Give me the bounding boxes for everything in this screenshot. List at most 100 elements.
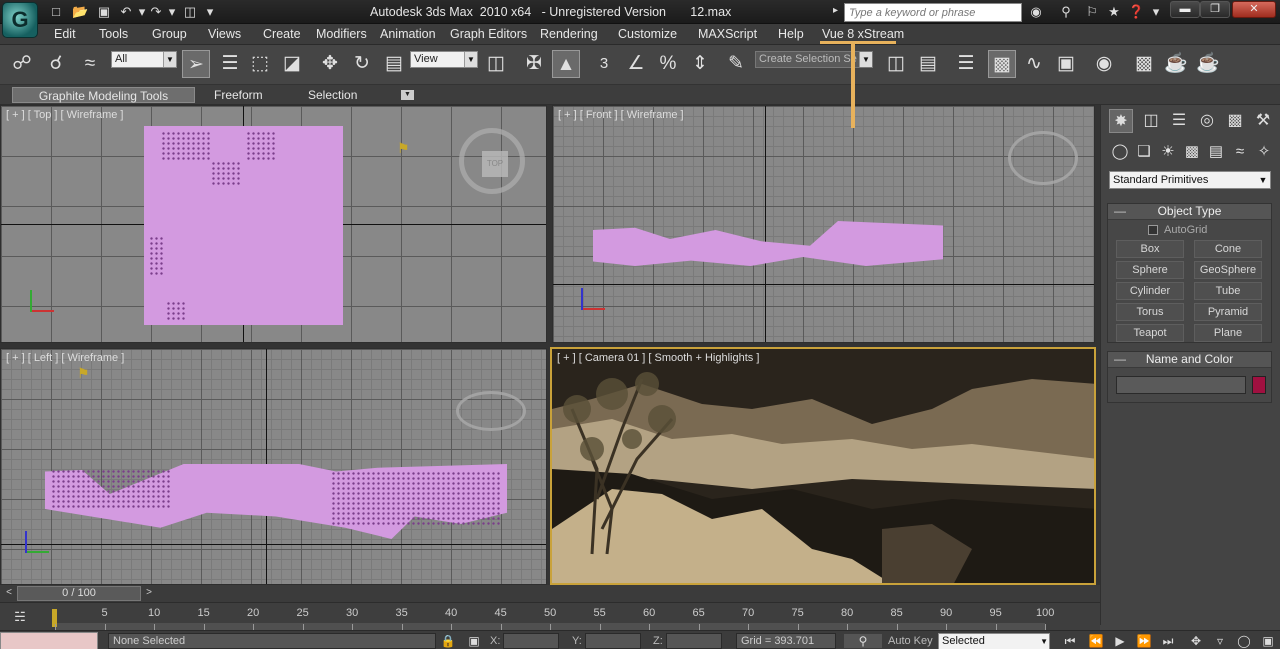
display-tab-icon[interactable]: ▩ <box>1223 109 1247 133</box>
spinner-snap-icon[interactable]: ⇕ <box>686 50 714 78</box>
tab-selection[interactable]: Selection <box>300 87 365 103</box>
pyramid-button[interactable]: Pyramid <box>1194 303 1262 321</box>
z-coordinate-field[interactable] <box>666 633 722 649</box>
geometry-category-icon[interactable]: ◯ <box>1109 141 1131 163</box>
viewcube[interactable]: TOP <box>459 128 525 194</box>
time-slider-right-arrow[interactable]: > <box>142 586 156 600</box>
menu-edit[interactable]: Edit <box>54 27 76 41</box>
align-icon[interactable]: ▤ <box>914 50 942 78</box>
tab-graphite-modeling-tools[interactable]: Graphite Modeling Tools <box>12 87 195 103</box>
systems-category-icon[interactable]: ✧ <box>1253 141 1275 163</box>
communication-center-icon[interactable]: ⚐ <box>1084 4 1100 20</box>
keyboard-shortcut-override-icon[interactable]: ▲ <box>552 50 580 78</box>
viewcube-face[interactable]: TOP <box>482 151 508 177</box>
viewcube[interactable] <box>1008 131 1078 185</box>
save-icon[interactable]: ▣ <box>96 4 112 20</box>
object-type-rollout-header[interactable]: — Object Type <box>1108 204 1271 220</box>
menu-vue-xstream[interactable]: Vue 8 xStream <box>822 27 904 41</box>
material-editor-icon[interactable]: ◉ <box>1090 50 1118 78</box>
menu-maxscript[interactable]: MAXScript <box>698 27 757 41</box>
key-icon[interactable]: ⚲ <box>1058 4 1074 20</box>
select-and-move-icon[interactable]: ✥ <box>316 50 344 78</box>
select-and-rotate-icon[interactable]: ↻ <box>348 50 376 78</box>
unlink-selection-icon[interactable]: ☌ <box>42 50 70 78</box>
viewport-front[interactable]: [ + ] [ Front ] [ Wireframe ] <box>552 105 1095 343</box>
redo-icon[interactable]: ↷ <box>148 4 164 20</box>
menu-views[interactable]: Views <box>208 27 241 41</box>
menu-tools[interactable]: Tools <box>99 27 128 41</box>
time-slider[interactable]: 0 / 100 <box>17 586 141 601</box>
sphere-button[interactable]: Sphere <box>1116 261 1184 279</box>
lock-selection-icon[interactable]: 🔒 <box>440 634 456 648</box>
shapes-category-icon[interactable]: ❑ <box>1133 141 1155 163</box>
menu-animation[interactable]: Animation <box>380 27 436 41</box>
percent-snap-icon[interactable]: % <box>654 50 682 78</box>
select-and-scale-icon[interactable]: ▤ <box>380 50 408 78</box>
viewport-left[interactable]: [ + ] [ Left ] [ Wireframe ] ⚑ <box>0 348 547 585</box>
schematic-view-icon[interactable]: ▣ <box>1052 50 1080 78</box>
quick-access-dropdown-icon[interactable]: ▾ <box>202 4 218 20</box>
menu-rendering[interactable]: Rendering <box>540 27 598 41</box>
next-frame-icon[interactable]: ⏩ <box>1136 634 1152 648</box>
select-by-name-icon[interactable]: ☰ <box>216 50 244 78</box>
search-input[interactable]: Type a keyword or phrase <box>844 3 1022 22</box>
lights-category-icon[interactable]: ☀ <box>1157 141 1179 163</box>
absolute-mode-icon[interactable]: ▣ <box>466 634 482 648</box>
geosphere-button[interactable]: GeoSphere <box>1194 261 1262 279</box>
project-folder-icon[interactable]: ◫ <box>182 4 198 20</box>
go-to-start-icon[interactable]: ⏮ <box>1062 634 1078 648</box>
mini-curve-editor-icon[interactable]: ☵ <box>10 609 30 625</box>
menu-help[interactable]: Help <box>778 27 804 41</box>
cylinder-button[interactable]: Cylinder <box>1116 282 1184 300</box>
bind-to-space-warp-icon[interactable]: ≈ <box>76 50 104 78</box>
close-button[interactable]: ✕ <box>1232 1 1276 18</box>
name-and-color-rollout-header[interactable]: — Name and Color <box>1108 352 1271 368</box>
menu-group[interactable]: Group <box>152 27 187 41</box>
mirror-icon[interactable]: ◫ <box>882 50 910 78</box>
hierarchy-tab-icon[interactable]: ☰ <box>1167 109 1191 133</box>
viewport-top[interactable]: [ + ] [ Top ] [ Wireframe ] TOP ⚑ <box>0 105 547 343</box>
previous-frame-icon[interactable]: ⏪ <box>1088 634 1104 648</box>
create-tab-icon[interactable]: ✸ <box>1109 109 1133 133</box>
rendered-frame-window-icon[interactable]: ☕ <box>1162 50 1190 78</box>
open-folder-icon[interactable]: 📂 <box>72 4 88 20</box>
search-expand-icon[interactable]: ▸ <box>833 5 838 16</box>
motion-tab-icon[interactable]: ◎ <box>1195 109 1219 133</box>
orbit-icon[interactable]: ◯ <box>1236 634 1252 648</box>
menu-create[interactable]: Create <box>263 27 301 41</box>
curve-editor-icon[interactable]: ∿ <box>1020 50 1048 78</box>
named-selection-sets-dropdown[interactable]: Create Selection Se ▼ <box>755 51 873 68</box>
set-key-toggle-icon[interactable]: ⚲ <box>844 634 882 648</box>
y-coordinate-field[interactable] <box>585 633 641 649</box>
viewcube[interactable] <box>456 391 526 431</box>
light-object-icon[interactable]: ⚑ <box>397 140 410 157</box>
plane-button[interactable]: Plane <box>1194 324 1262 342</box>
auto-key-button[interactable]: Auto Key <box>888 635 933 647</box>
render-setup-icon[interactable]: ▩ <box>1130 50 1158 78</box>
reference-coordinate-dropdown[interactable]: View ▼ <box>410 51 478 68</box>
help-icon[interactable]: ❓ <box>1128 4 1144 20</box>
modify-tab-icon[interactable]: ◫ <box>1139 109 1163 133</box>
menu-modifiers[interactable]: Modifiers <box>316 27 367 41</box>
selection-filter-dropdown[interactable]: All ▼ <box>111 51 177 68</box>
select-and-link-icon[interactable]: ☍ <box>8 50 36 78</box>
field-of-view-icon[interactable]: ▿ <box>1212 634 1228 648</box>
pivot-center-icon[interactable]: ◫ <box>482 50 510 78</box>
minimize-button[interactable]: ▬ <box>1170 1 1200 18</box>
application-menu-button[interactable]: G <box>2 2 38 38</box>
object-name-field[interactable] <box>1116 376 1246 394</box>
maxscript-listener-mini[interactable] <box>0 632 98 649</box>
viewport-label-front[interactable]: [ + ] [ Front ] [ Wireframe ] <box>558 109 684 121</box>
edit-named-selection-icon[interactable]: ✎ <box>722 50 750 78</box>
autogrid-checkbox[interactable]: AutoGrid <box>1148 224 1207 236</box>
viewport-label-left[interactable]: [ + ] [ Left ] [ Wireframe ] <box>6 352 124 364</box>
space-warps-category-icon[interactable]: ≈ <box>1229 141 1251 163</box>
primitive-category-dropdown[interactable]: Standard Primitives ▼ <box>1109 171 1271 189</box>
undo-icon[interactable]: ↶ <box>118 4 134 20</box>
help-dropdown-icon[interactable]: ▾ <box>1148 4 1164 20</box>
track-bar[interactable]: ☵ 5 10 15 20 25 30 35 40 45 50 55 60 65 70 75 80 85 90 95 1… <box>0 602 1100 631</box>
restore-button[interactable]: ❐ <box>1200 1 1230 18</box>
viewport-label-camera[interactable]: [ + ] [ Camera 01 ] [ Smooth + Highlight… <box>557 352 759 364</box>
utilities-tab-icon[interactable]: ⚒ <box>1251 109 1275 133</box>
play-icon[interactable]: ▶ <box>1112 634 1128 648</box>
